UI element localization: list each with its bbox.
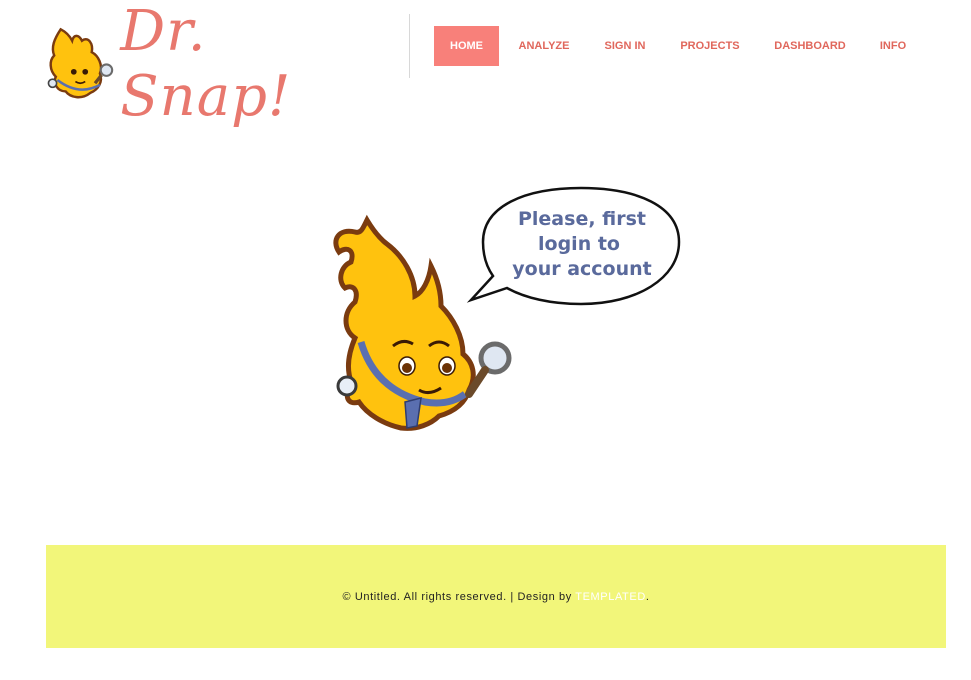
site-header: Dr. Snap! HOME ANALYZE SIGN IN PROJECTS …	[0, 0, 971, 129]
nav-analyze[interactable]: ANALYZE	[499, 26, 589, 66]
nav-dashboard[interactable]: DASHBOARD	[759, 26, 861, 66]
bubble-line-3: your account	[512, 258, 652, 280]
site-logo[interactable]: Dr. Snap!	[46, 0, 346, 129]
nav-home[interactable]: HOME	[434, 26, 499, 66]
nav-sign-in[interactable]: SIGN IN	[589, 26, 661, 66]
bubble-line-1: Please, first	[518, 208, 646, 230]
footer-text: © Untitled. All rights reserved. | Desig…	[342, 590, 576, 603]
login-prompt-graphic: Please, first login to your account	[333, 186, 681, 431]
nav-info[interactable]: INFO	[861, 26, 925, 66]
footer-copyright: © Untitled. All rights reserved. | Desig…	[342, 591, 649, 603]
bubble-line-2: login to	[538, 233, 620, 255]
speech-bubble: Please, first login to your account	[466, 186, 681, 306]
login-prompt-illustration: Please, first login to your account	[325, 180, 695, 440]
header-divider	[409, 14, 410, 78]
brand-name: Dr. Snap!	[120, 0, 292, 129]
site-footer: © Untitled. All rights reserved. | Desig…	[46, 545, 946, 648]
nav-projects[interactable]: PROJECTS	[661, 26, 759, 66]
footer-suffix: .	[645, 590, 650, 603]
snap-mascot-icon	[47, 27, 114, 99]
footer-templated-link[interactable]: TEMPLATED	[575, 591, 646, 603]
main-nav: HOME ANALYZE SIGN IN PROJECTS DASHBOARD …	[434, 26, 925, 66]
